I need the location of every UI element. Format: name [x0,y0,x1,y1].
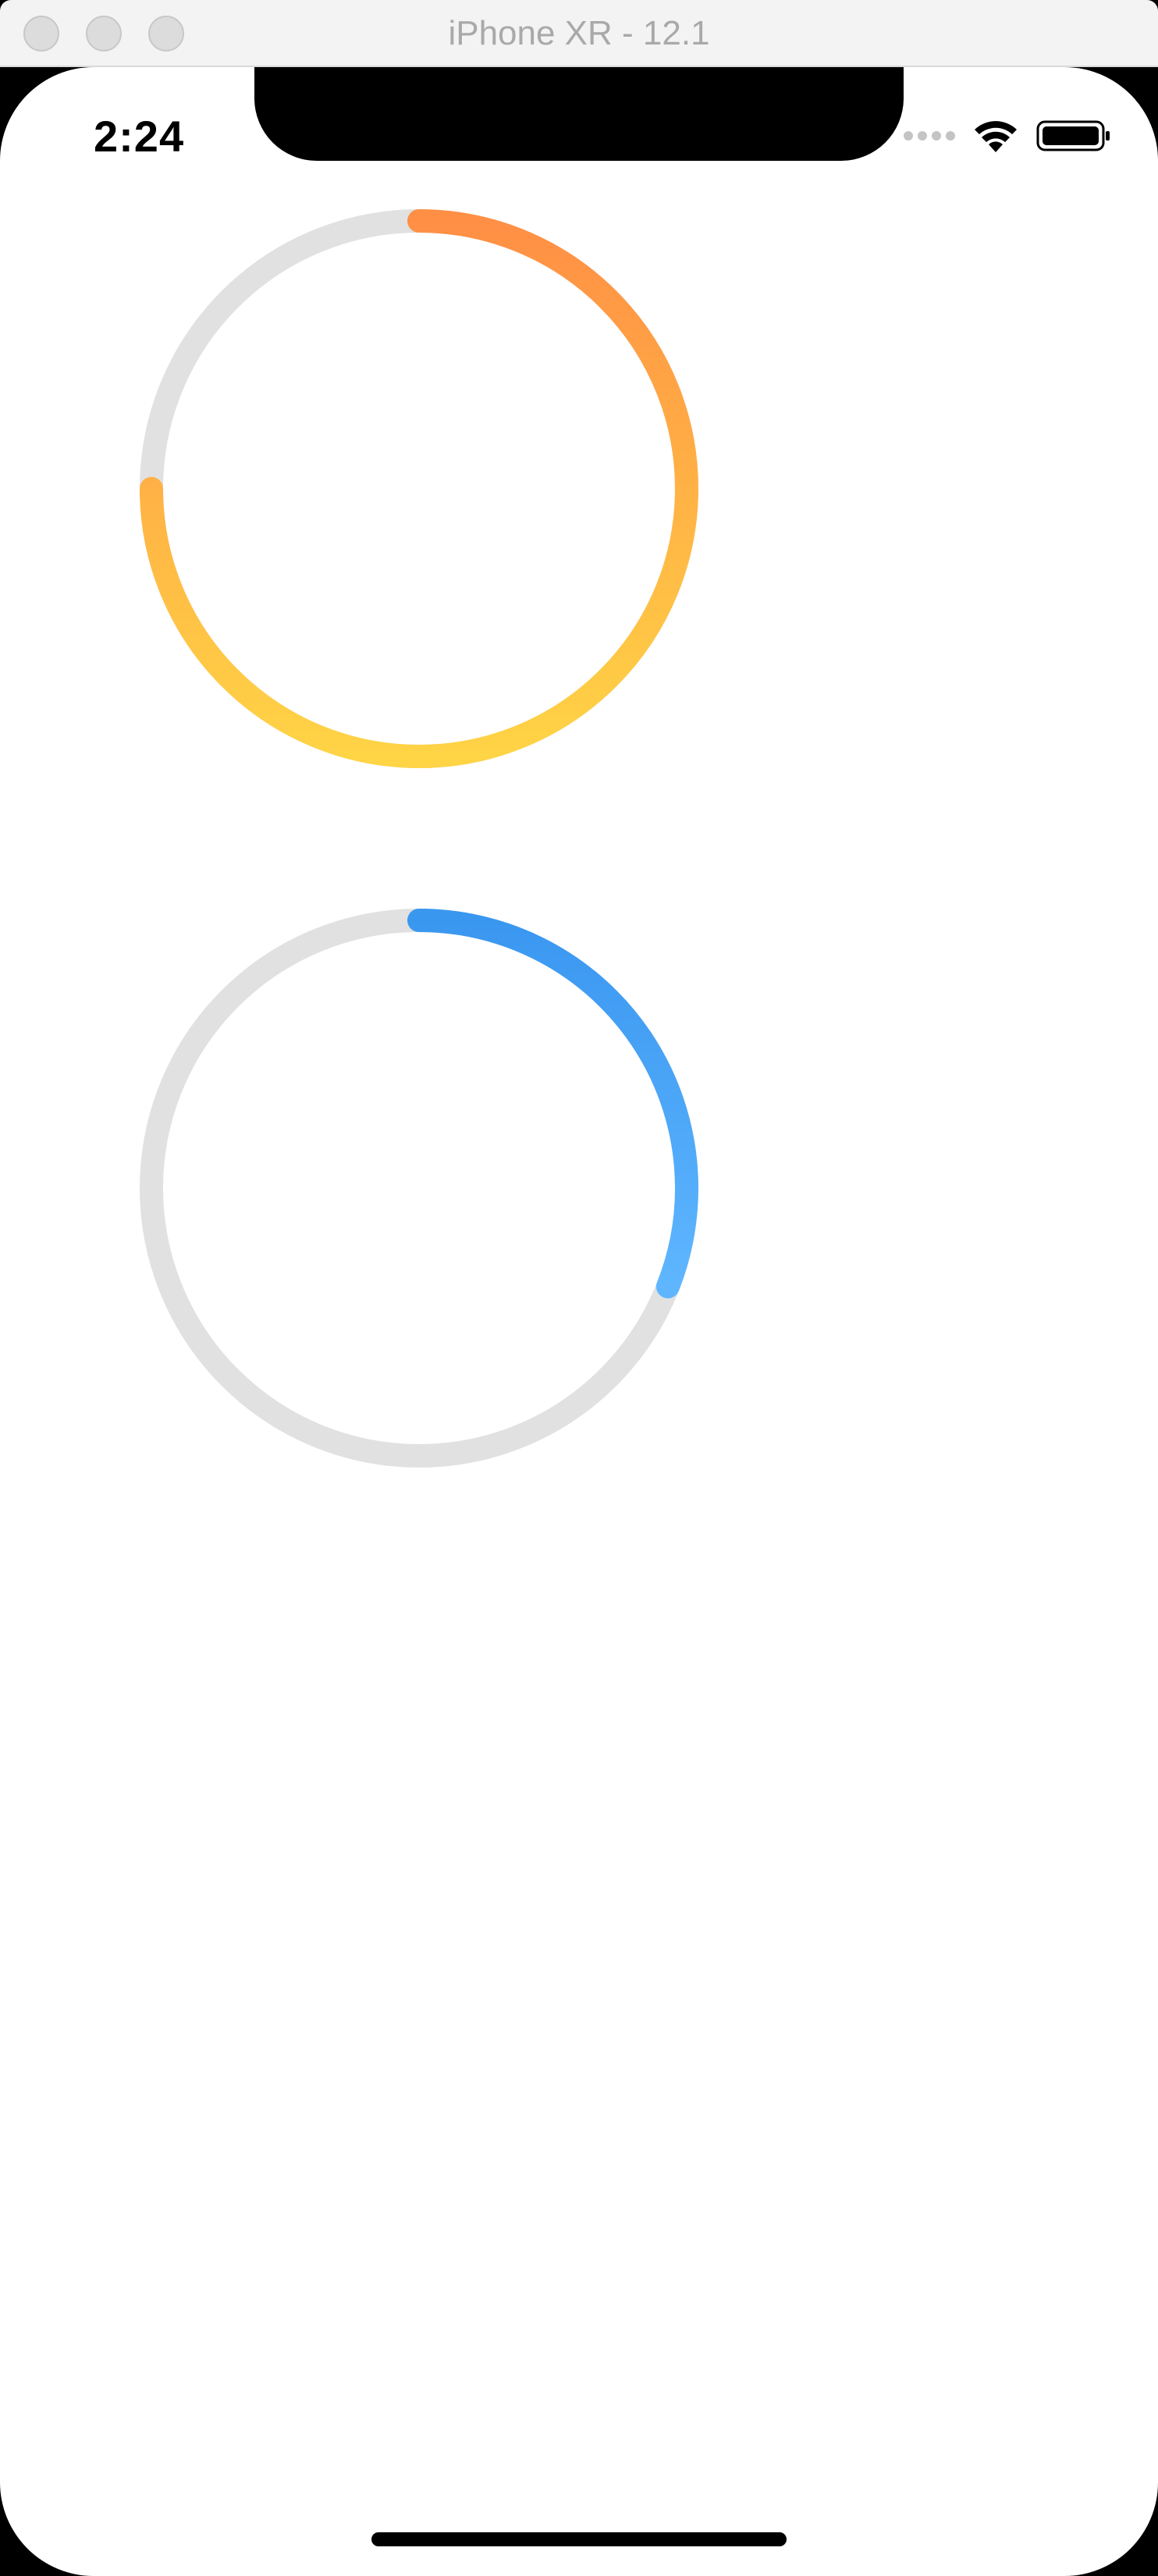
ring-progress-arc [407,909,698,1299]
progress-rings-canvas [140,209,698,1468]
simulator-titlebar: iPhone XR - 12.1 [0,0,1158,67]
simulator-window: iPhone XR - 12.1 2:24 [0,0,1158,2576]
home-indicator[interactable] [371,2532,787,2546]
blue-progress-ring [140,909,698,1468]
window-title: iPhone XR - 12.1 [448,14,710,52]
orange-progress-ring [140,209,698,768]
device-screen: 2:24 [0,67,1158,2576]
